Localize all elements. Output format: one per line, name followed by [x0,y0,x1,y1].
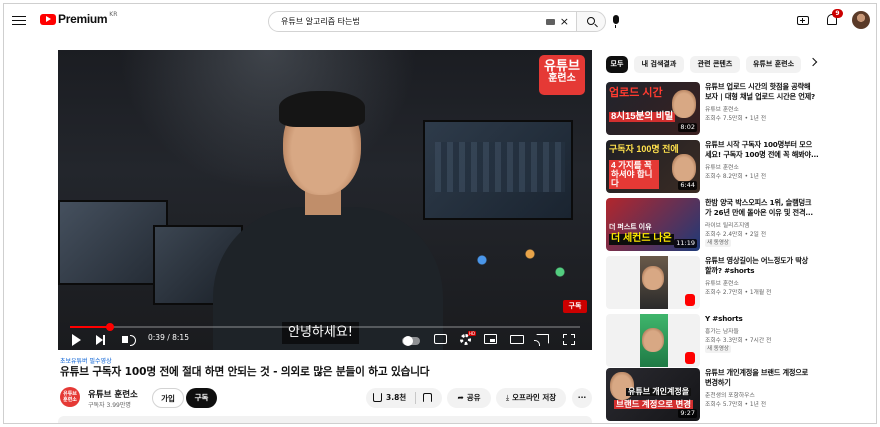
video-thumbnail[interactable]: 더 퍼스트 이유 더 세컨드 나온 11:19 [606,198,700,251]
description-box[interactable] [58,416,592,423]
like-count[interactable]: 3.8천 [386,388,406,408]
top-bar: Premium KR 유튜브 알고리즘 타는법 × 9 [4,4,876,38]
channel-watermark: 유튜브 훈련소 [539,55,585,95]
new-video-badge: 새 동영상 [705,239,731,247]
progress-fill [70,326,111,328]
recommendation-channel[interactable]: 유튜브 훈련소 [705,104,739,113]
duration-badge: 9:27 [678,409,697,418]
recommendation-channel[interactable]: 라이브 릴리즈지엠 [705,220,750,229]
miniplayer-icon[interactable] [484,334,497,344]
background-monitor [58,200,168,285]
chip-channel[interactable]: 유튜브 훈련소 [746,56,801,73]
chip-my-results[interactable]: 내 검색결과 [634,56,684,73]
background-monitor [423,120,573,220]
recommendation-meta: 조회수 5.7만회 • 1년 전 [705,402,767,408]
clear-search-icon[interactable]: × [560,16,569,27]
duration-badge: 6:44 [678,181,697,190]
divider [415,392,416,404]
theater-mode-icon[interactable] [510,335,524,344]
player-controls: 0:39 / 8:15 HD [58,330,592,350]
play-icon[interactable] [72,334,81,346]
subscribe-button[interactable]: 구독 [186,388,217,408]
keyboard-icon[interactable] [545,18,555,25]
filter-chips: 모두 내 검색결과 관련 콘텐츠 유튜브 훈련소 [606,56,876,74]
chip-all[interactable]: 모두 [606,56,628,73]
recommendation-meta: 조회수 7.5만회 • 1년 전 [705,116,767,122]
video-player[interactable]: 유튜브 훈련소 구독 안녕하세요! 0:39 / 8:15 HD [58,50,592,350]
share-button[interactable]: ➦ 공유 [447,388,491,408]
browser-frame: Premium KR 유튜브 알고리즘 타는법 × 9 유튜브 훈련소 구독 안… [3,3,877,424]
download-icon: ⤓ [505,393,510,402]
chip-related[interactable]: 관련 콘텐츠 [690,56,740,73]
recommendation-meta: 조회수 2.4만회 • 2일 전 [705,232,767,238]
recommendation-item[interactable]: 유튜브 영상길이는 어느정도가 딱상 할까? #shorts 유튜브 훈련소 조회… [606,256,876,314]
recommendation-item[interactable]: 업로드 시간 8시15분의 비밀 8:02 유튜브 업로드 시간의 핫점을 공략… [606,82,876,140]
share-icon: ➦ [457,393,464,402]
autoplay-toggle[interactable] [402,336,420,346]
video-thumbnail[interactable]: 유튜브 개인계정을 브랜드 계정으로 변경 9:27 [606,368,700,421]
search-icon [587,17,595,25]
like-dislike-bar: 3.8천 [366,388,442,408]
hd-badge: HD [468,331,476,336]
video-thumbnail[interactable]: 구독자 100명 전에 4 가지를 꼭 하셔야 합니다 6:44 [606,140,700,193]
mic-icon[interactable] [613,15,619,28]
more-actions-button[interactable]: ··· [572,388,592,408]
recommendation-title[interactable]: 유튜브 개인계정을 브랜드 계정으로 변경하기 [705,368,825,387]
duration-badge: 11:19 [674,239,697,248]
search-button[interactable] [576,11,606,32]
recommendation-channel[interactable]: 흥가는 남자들 [705,326,739,335]
cast-icon[interactable] [534,334,549,346]
recommendation-channel[interactable]: 유튜브 훈련소 [705,162,739,171]
video-thumbnail[interactable]: 업로드 시간 8시15분의 비밀 8:02 [606,82,700,135]
dislike-icon[interactable] [423,393,432,402]
new-video-badge: 새 동영상 [705,345,731,353]
channel-name[interactable]: 유튜브 훈련소 [88,388,138,400]
shorts-icon [685,352,695,364]
recommendation-title[interactable]: 유튜브 시작 구독자 100명부터 모으 세요! 구독자 100명 전에 꼭 해봐… [705,140,825,159]
recommendation-item[interactable]: 구독자 100명 전에 4 가지를 꼭 하셔야 합니다 6:44 유튜브 시작 … [606,140,876,198]
like-icon[interactable] [373,393,382,402]
recommendation-title[interactable]: 유튜브 업로드 시간의 핫점을 공략해 보자 | 대형 채널 업로드 시간은 언제… [705,82,825,101]
presenter [213,91,443,350]
recommendation-item[interactable]: 유튜브 개인계정을 브랜드 계정으로 변경 9:27 유튜브 개인계정을 브랜드… [606,368,876,423]
recommendation-item[interactable]: Y #shorts 흥가는 남자들 조회수 3.3만회 • 7시간 전 새 동영… [606,314,876,372]
youtube-play-icon [40,13,56,25]
fullscreen-icon[interactable] [563,334,575,345]
recommendation-title[interactable]: Y #shorts [705,314,825,324]
search-box[interactable]: 유튜브 알고리즘 타는법 × [268,11,580,32]
country-code: KR [109,10,118,18]
subscriber-count: 구독자 3.99만명 [88,402,131,409]
join-button[interactable]: 가입 [152,388,184,408]
time-display: 0:39 / 8:15 [148,333,189,342]
subscribe-watermark[interactable]: 구독 [563,300,587,313]
recommendation-item[interactable]: 더 퍼스트 이유 더 세컨드 나온 11:19 한밤 양국 박스오피스 1위, … [606,198,876,256]
notification-badge: 9 [832,9,843,18]
shorts-icon [685,294,695,306]
duration-badge: 8:02 [678,123,697,132]
channel-avatar[interactable]: 유튜브 훈련소 [60,387,80,407]
recommendation-meta: 조회수 8.2만회 • 1년 전 [705,174,767,180]
youtube-premium-logo[interactable]: Premium KR [40,10,118,26]
video-thumbnail[interactable] [606,256,700,309]
video-thumbnail[interactable] [606,314,700,367]
menu-icon[interactable] [12,13,26,27]
subtitles-icon[interactable] [434,334,447,344]
account-avatar[interactable] [852,11,870,29]
recommendation-meta: 조회수 3.3만회 • 7시간 전 [705,338,772,344]
video-title: 유튜브 구독자 100명 전에 절대 하면 안되는 것 - 의외로 많은 분들이… [60,366,430,378]
search-input[interactable]: 유튜브 알고리즘 타는법 [269,16,546,27]
volume-icon[interactable] [122,335,136,346]
create-icon[interactable] [797,16,809,25]
next-icon[interactable] [96,335,105,345]
recommendation-title[interactable]: 한밤 양국 박스오피스 1위, 슬램덩크 가 26년 만에 돌아온 이유 및 전격… [705,198,825,217]
brand-text: Premium [58,12,108,26]
video-frame [58,50,592,350]
recommendation-channel[interactable]: 유튜브 훈련소 [705,278,739,287]
recommendation-channel[interactable]: 춘천생의 포항하우스 [705,390,755,399]
recommendation-meta: 조회수 2.7만회 • 1개월 전 [705,290,772,296]
background-lights [458,230,578,290]
download-button[interactable]: ⤓ 오프라인 저장 [496,388,566,408]
progress-bar[interactable] [70,323,580,331]
recommendation-title[interactable]: 유튜브 영상길이는 어느정도가 딱상 할까? #shorts [705,256,825,275]
